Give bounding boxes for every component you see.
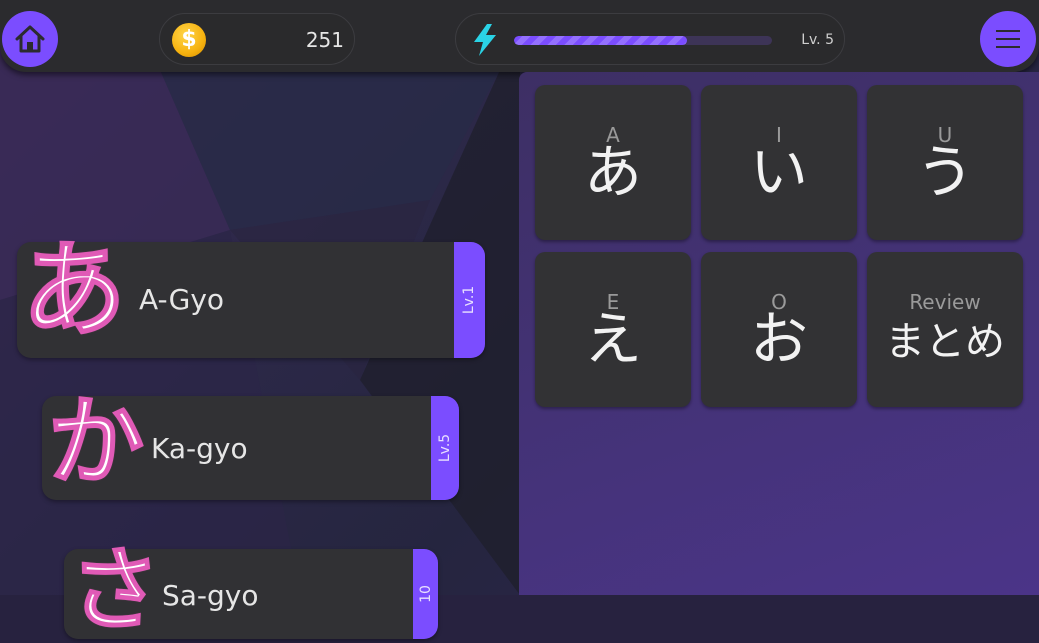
kana-tile-u[interactable]: U う — [867, 85, 1023, 240]
lesson-kana-a: あ — [21, 229, 127, 351]
lightning-bolt-icon — [474, 24, 496, 56]
tile-kana: い — [749, 138, 808, 206]
lesson-level: Lv.5 — [437, 433, 454, 463]
kana-tile-a[interactable]: A あ — [535, 85, 691, 240]
menu-button[interactable] — [980, 11, 1036, 67]
coin-icon: $ — [172, 23, 206, 57]
lesson-level-tab: 10 — [413, 549, 438, 639]
lesson-level-tab: Lv.1 — [454, 242, 485, 358]
kana-tile-e[interactable]: E え — [535, 252, 691, 407]
lesson-kana-ka: か — [47, 386, 145, 498]
lesson-level-tab: Lv.5 — [431, 396, 459, 500]
coin-counter: $ 251 — [159, 13, 355, 65]
tile-kana: お — [749, 305, 808, 373]
home-icon — [15, 25, 45, 53]
tile-kana: う — [915, 138, 974, 206]
kana-panel: A あ I い U う E え O お Review まとめ — [519, 72, 1039, 595]
kana-tile-i[interactable]: I い — [701, 85, 857, 240]
coin-value: 251 — [305, 28, 344, 52]
lesson-name: A-Gyo — [139, 283, 225, 316]
top-bar: $ 251 Lv. 5 — [0, 0, 1039, 72]
xp-bar: Lv. 5 — [455, 13, 845, 65]
home-button[interactable] — [2, 11, 58, 67]
hamburger-menu-icon — [996, 30, 1020, 48]
lesson-level: Lv.1 — [461, 285, 478, 315]
level-label: Lv. 5 — [801, 32, 834, 48]
tile-kana: あ — [583, 138, 642, 206]
lesson-level: 10 — [417, 585, 434, 603]
lesson-name: Ka-gyo — [151, 432, 248, 465]
tile-kana: え — [583, 305, 642, 373]
lesson-name: Sa-gyo — [162, 579, 259, 612]
kana-tile-o[interactable]: O お — [701, 252, 857, 407]
kana-tile-review[interactable]: Review まとめ — [867, 252, 1023, 407]
xp-progress-track — [514, 36, 772, 45]
tile-romaji: Review — [909, 290, 981, 314]
lesson-kana-sa: さ — [69, 538, 161, 643]
xp-progress-fill — [514, 36, 687, 45]
tile-kana: まとめ — [885, 319, 1005, 365]
